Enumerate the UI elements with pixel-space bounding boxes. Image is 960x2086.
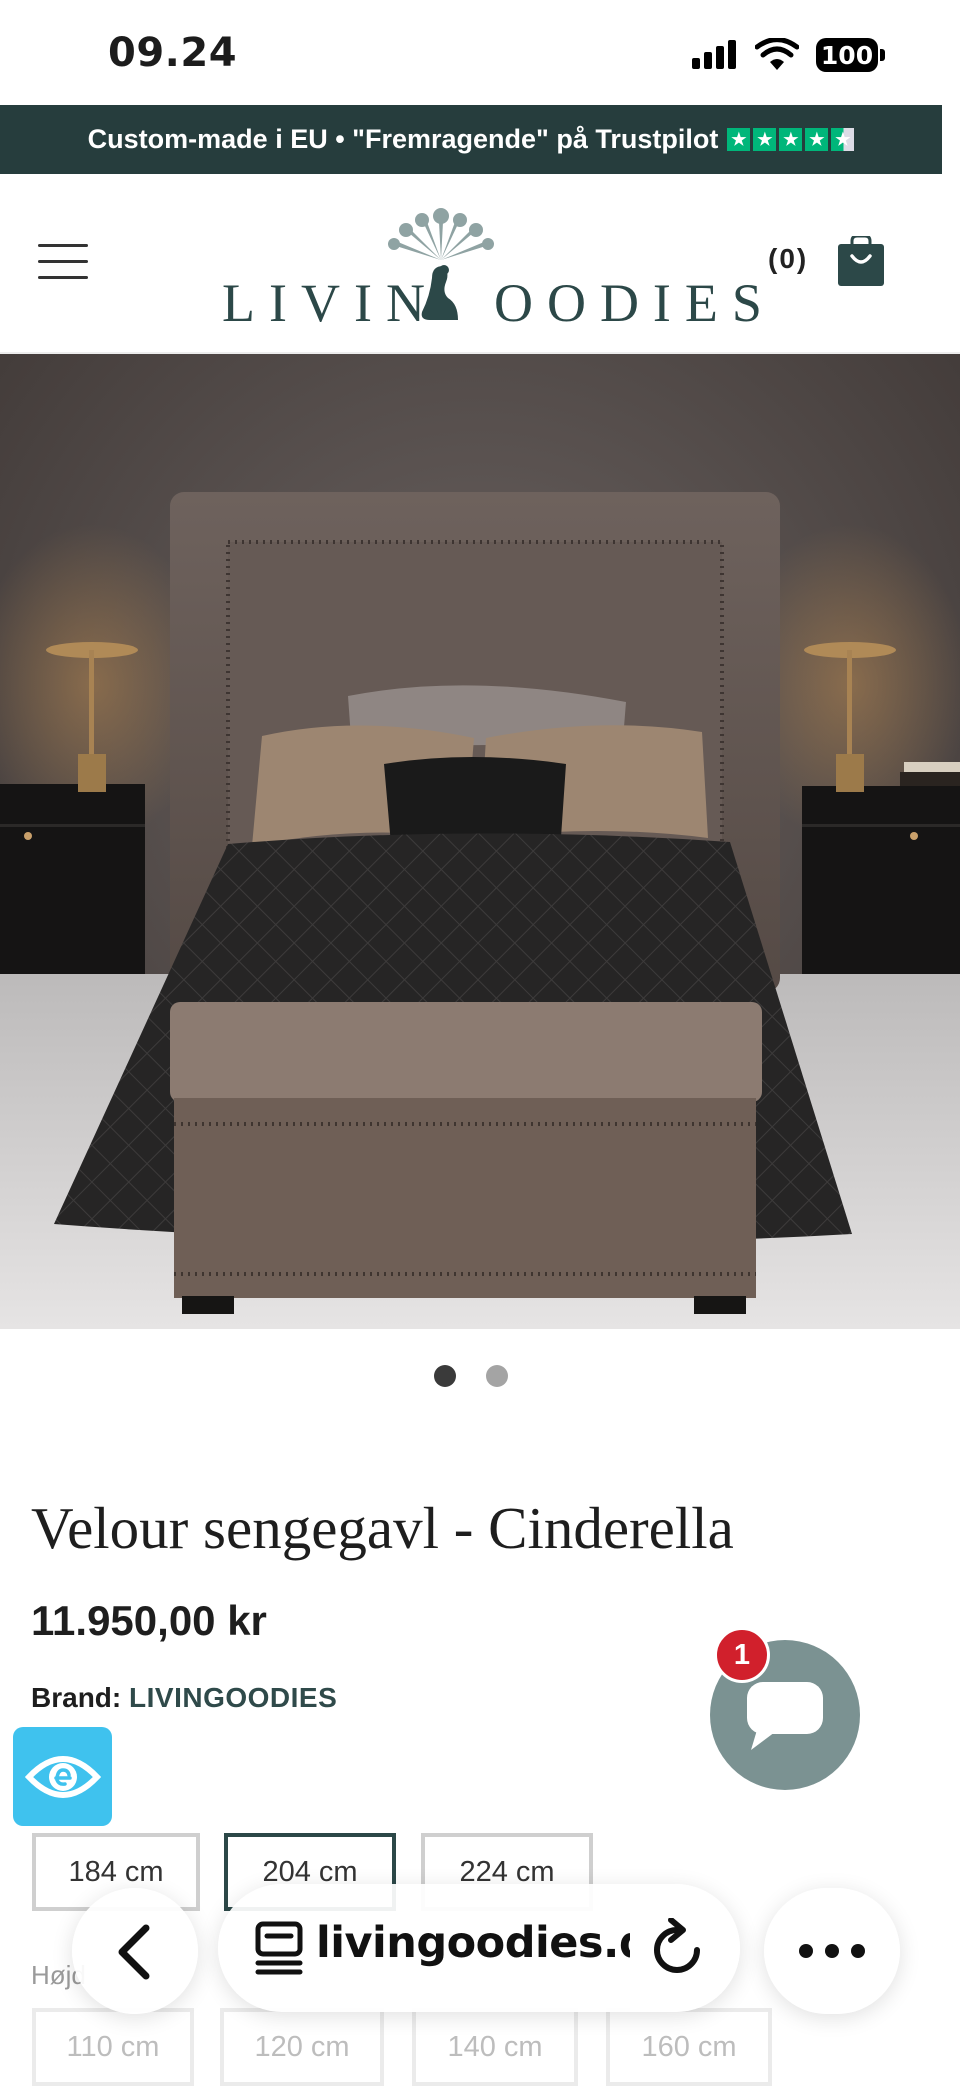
product-title: Velour sengegavl - Cinderella bbox=[31, 1495, 734, 1561]
product-image bbox=[0, 354, 960, 1329]
cart-count[interactable]: (0) bbox=[768, 243, 808, 275]
brand-logo[interactable]: LIVIN OODIES bbox=[222, 272, 776, 334]
brand-link[interactable]: LIVINGOODIES bbox=[129, 1682, 337, 1713]
brand-label: Brand: bbox=[31, 1682, 122, 1713]
accessibility-button[interactable] bbox=[13, 1727, 112, 1826]
product-image-carousel[interactable] bbox=[0, 354, 960, 1329]
wifi-icon bbox=[755, 38, 799, 70]
tabs-icon bbox=[255, 1921, 303, 1975]
height-option[interactable]: 120 cm bbox=[220, 2008, 384, 2086]
brand-row: Brand: LIVINGOODIES bbox=[31, 1682, 337, 1714]
back-chevron-icon bbox=[118, 1924, 150, 1980]
chat-notification-badge: 1 bbox=[714, 1627, 770, 1683]
announcement-bar[interactable]: Custom-made i EU • "Fremragende" på Trus… bbox=[0, 105, 942, 174]
trustpilot-star-icon: ★ bbox=[779, 128, 803, 151]
height-option[interactable]: 110 cm bbox=[32, 2008, 194, 2086]
status-time: 09.24 bbox=[108, 30, 238, 76]
height-option[interactable]: 140 cm bbox=[412, 2008, 578, 2086]
shopping-bag-icon[interactable] bbox=[838, 236, 884, 286]
trustpilot-star-icon: ★ bbox=[805, 128, 829, 151]
reload-icon[interactable] bbox=[650, 1918, 704, 1978]
product-price: 11.950,00 kr bbox=[31, 1597, 267, 1644]
signal-icon bbox=[692, 40, 736, 69]
trustpilot-stars-icon: ★ ★ ★ ★ ★ bbox=[727, 128, 855, 151]
chat-bubble-icon bbox=[747, 1682, 823, 1750]
more-icon bbox=[799, 1944, 865, 1958]
carousel-dot-active[interactable] bbox=[434, 1365, 456, 1387]
browser-more-button[interactable] bbox=[764, 1888, 900, 2014]
trustpilot-star-icon: ★ bbox=[727, 128, 751, 151]
browser-address-bar[interactable]: livingoodies.dk bbox=[218, 1884, 740, 2012]
accessibility-eye-icon bbox=[25, 1756, 101, 1798]
height-option[interactable]: 160 cm bbox=[606, 2008, 772, 2086]
trustpilot-star-icon: ★ bbox=[753, 128, 777, 151]
battery-icon: 100 bbox=[816, 38, 878, 72]
menu-icon[interactable] bbox=[38, 244, 88, 280]
browser-url: livingoodies.dk bbox=[316, 1918, 678, 1968]
battery-nub bbox=[880, 49, 885, 61]
browser-back-button[interactable] bbox=[72, 1888, 198, 2014]
carousel-dot[interactable] bbox=[486, 1365, 508, 1387]
trustpilot-star-icon: ★ bbox=[831, 128, 855, 151]
announcement-text: Custom-made i EU • "Fremragende" på Trus… bbox=[87, 124, 719, 154]
